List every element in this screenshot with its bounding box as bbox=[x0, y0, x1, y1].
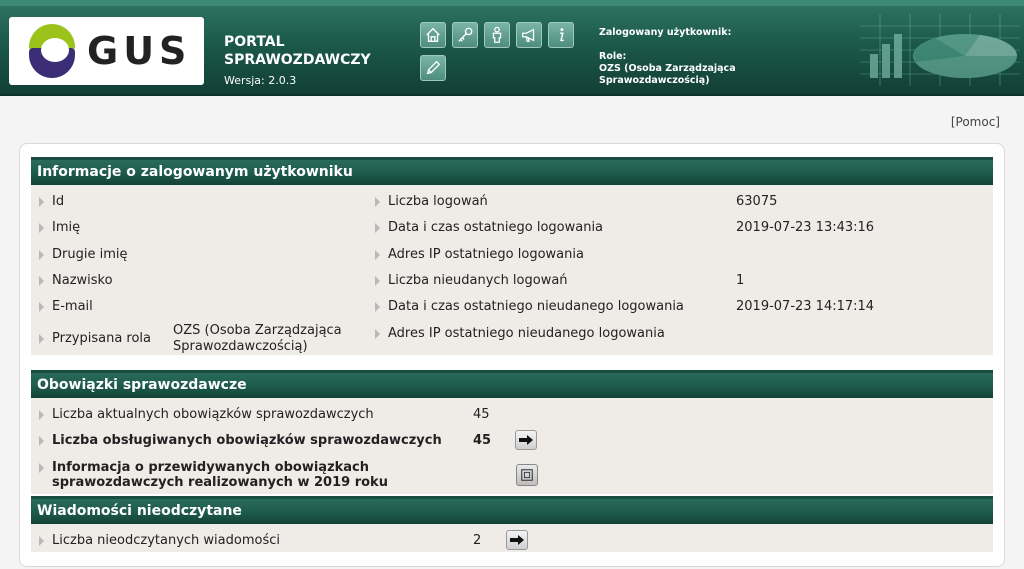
document-icon bbox=[521, 469, 533, 481]
section-header-duties: Obowiązki sprawozdawcze bbox=[31, 370, 993, 398]
label-expected-duties-line1: Informacja o przewidywanych obowiązkach bbox=[38, 460, 370, 475]
label-unread-messages: Liczba nieodczytanych wiadomości bbox=[39, 533, 280, 548]
info-icon bbox=[560, 28, 564, 42]
label-email: E-mail bbox=[39, 299, 93, 314]
logged-user-label: Zalogowany użytkownik: bbox=[599, 27, 732, 38]
section-header-user-info: Informacje o zalogowanym użytkowniku bbox=[31, 157, 993, 185]
portal-version: Wersja: 2.0.3 bbox=[224, 74, 297, 87]
arrow-right-icon bbox=[510, 535, 524, 545]
info-button[interactable] bbox=[548, 22, 574, 48]
value-handled-duties: 45 bbox=[473, 433, 492, 448]
label-assigned-role: Przypisana rola bbox=[38, 331, 152, 346]
label-id: Id bbox=[38, 194, 65, 209]
home-button[interactable] bbox=[420, 22, 446, 48]
role-label: Role: bbox=[599, 51, 627, 62]
announcements-button[interactable] bbox=[516, 22, 542, 48]
value-failed-login-count: 1 bbox=[736, 273, 745, 288]
home-icon bbox=[426, 27, 440, 42]
label-failed-login-count: Liczba nieudanych logowań bbox=[375, 273, 568, 288]
gus-logo-mark bbox=[29, 24, 75, 78]
label-handled-duties: Liczba obsługiwanych obowiązków sprawozd… bbox=[39, 433, 442, 448]
arrow-right-icon bbox=[519, 435, 533, 445]
label-last-failed-login-ip: Adres IP ostatniego nieudanego logowania bbox=[375, 326, 665, 341]
app-header: GUS PORTAL SPRAWOZDAWCZY Wersja: 2.0.3 Z… bbox=[0, 0, 1024, 96]
label-last-login-ip: Adres IP ostatniego logowania bbox=[375, 247, 584, 262]
expected-duties-document-button[interactable] bbox=[516, 464, 538, 486]
gus-logo-text: GUS bbox=[87, 29, 192, 73]
pencil-icon bbox=[426, 60, 441, 75]
value-unread-messages: 2 bbox=[473, 533, 482, 548]
label-expected-duties-line2: sprawozdawczych realizowanych w 2019 rok… bbox=[52, 475, 388, 490]
user-icon bbox=[492, 26, 502, 43]
unread-messages-go-button[interactable] bbox=[506, 530, 528, 550]
header-top-line bbox=[0, 0, 1024, 6]
role-value: OZS (Osoba Zarządzająca Sprawozdawczości… bbox=[599, 63, 736, 86]
handled-duties-go-button[interactable] bbox=[515, 430, 537, 450]
label-middle-name: Drugie imię bbox=[38, 247, 128, 262]
value-current-duties: 45 bbox=[473, 407, 490, 422]
decorative-chart-graphic bbox=[860, 14, 1020, 86]
value-assigned-role-line2: Sprawozdawczością) bbox=[173, 339, 308, 354]
label-last-name: Nazwisko bbox=[39, 273, 113, 288]
key-icon bbox=[458, 27, 473, 42]
section-header-messages: Wiadomości nieodczytane bbox=[31, 496, 993, 524]
label-last-login-time: Data i czas ostatniego logowania bbox=[374, 220, 604, 235]
help-link[interactable]: [Pomoc] bbox=[951, 115, 1000, 129]
user-button[interactable] bbox=[484, 22, 510, 48]
value-login-count: 63075 bbox=[736, 194, 778, 209]
portal-title: PORTAL SPRAWOZDAWCZY bbox=[224, 34, 371, 68]
label-first-name: Imię bbox=[38, 220, 81, 235]
edit-button[interactable] bbox=[420, 55, 446, 81]
value-last-login-time: 2019-07-23 13:43:16 bbox=[736, 220, 875, 235]
label-login-count: Liczba logowań bbox=[375, 194, 488, 209]
value-assigned-role-line1: OZS (Osoba Zarządzająca bbox=[173, 323, 342, 338]
value-last-failed-login-time: 2019-07-23 14:17:14 bbox=[736, 299, 875, 314]
label-current-duties: Liczba aktualnych obowiązków sprawozdawc… bbox=[39, 407, 374, 422]
gus-logo[interactable]: GUS bbox=[9, 17, 204, 85]
user-info: Zalogowany użytkownik: Role: OZS (Osoba … bbox=[599, 27, 829, 87]
key-button[interactable] bbox=[452, 22, 478, 48]
label-last-failed-login-time: Data i czas ostatniego nieudanego logowa… bbox=[375, 299, 684, 314]
megaphone-icon bbox=[522, 28, 535, 42]
